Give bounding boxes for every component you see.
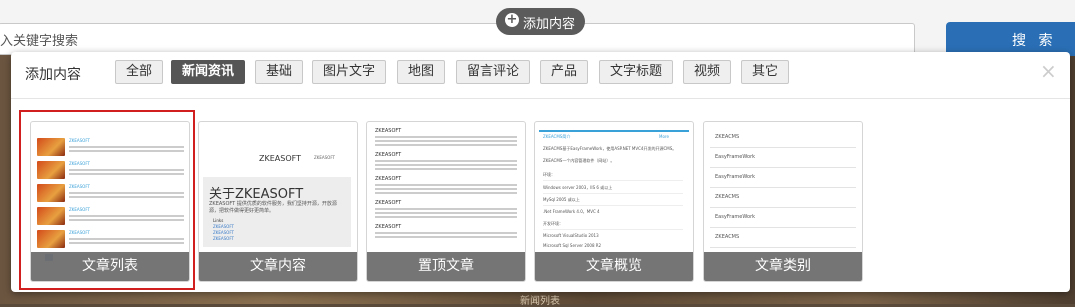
tab-image-text[interactable]: 图片文字 [312, 60, 386, 84]
preview-hero: 关于ZKEASOFT ZKEASOFT 提供优质的软件服务，我们坚持开源，开放源… [203, 177, 351, 247]
preview-more-link: More [659, 134, 669, 139]
category-item: EasyFrameWork [715, 174, 756, 180]
preview-links-head: Links [213, 218, 224, 223]
thumbnail-image [37, 138, 65, 156]
preview-line: ZKEACMS一个内容管理软件（网站）。 [543, 158, 615, 163]
preview-title: ZKEASOFT [375, 176, 402, 182]
category-item: EasyFrameWork [715, 214, 756, 220]
preview-line: Windows server 2003，IIS 6 或以上 [543, 185, 613, 190]
thumbnail-image [37, 184, 65, 202]
preview-title: ZKEASOFT [375, 200, 402, 206]
list-item: ZKEASOFT [37, 136, 187, 158]
add-content-label: 添加内容 [523, 17, 576, 32]
list-item-title: ZKEASOFT [69, 161, 90, 166]
tab-other[interactable]: 其它 [741, 60, 789, 84]
tab-product[interactable]: 产品 [540, 60, 588, 84]
widget-card-top-article[interactable]: ZKEASOFT ZKEASOFT ZKEASOFT ZKEASOFT ZKEA… [366, 121, 526, 282]
tab-text-title[interactable]: 文字标题 [599, 60, 673, 84]
list-item-title: ZKEASOFT [69, 138, 90, 143]
tab-comments[interactable]: 留言评论 [456, 60, 530, 84]
preview-line: 开发环境： [543, 221, 563, 226]
widget-gallery: ZKEASOFT ZKEASOFT ZKEASOFT ZKEASOFT ZKEA… [11, 98, 1070, 293]
card-caption: 文章列表 [31, 252, 189, 281]
preview-title: ZKEASOFT [375, 128, 402, 134]
card-caption: 文章类别 [704, 252, 862, 281]
list-item: ZKEASOFT [37, 159, 187, 181]
preview-link: ZKEASOFT [213, 230, 234, 235]
widget-card-article-list[interactable]: ZKEASOFT ZKEASOFT ZKEASOFT ZKEASOFT ZKEA… [30, 121, 190, 282]
widget-card-article-content[interactable]: ZKEASOFT ZKEASOFT 关于ZKEASOFT ZKEASOFT 提供… [198, 121, 358, 282]
preview-link: ZKEASOFT [213, 224, 234, 229]
preview-link: ZKEASOFT [213, 236, 234, 241]
tab-basic[interactable]: 基础 [255, 60, 303, 84]
preview-line: .Net FrameWork 4.0，MVC 4 [543, 209, 600, 214]
search-placeholder: 入关键字搜索 [0, 34, 79, 49]
background-hint-text: 新闻列表 [520, 296, 560, 307]
close-icon[interactable]: × [1040, 59, 1057, 83]
widget-card-article-overview[interactable]: ZKEACMS简介 More ZKEACMS基于EasyFrameWork，使用… [534, 121, 694, 282]
preview-title: ZKEASOFT [375, 224, 402, 230]
list-item: ZKEASOFT [37, 228, 187, 250]
tab-map[interactable]: 地图 [397, 60, 445, 84]
list-item-title: ZKEASOFT [69, 184, 90, 189]
add-content-modal: 添加内容 × 全部 新闻资讯 基础 图片文字 地图 留言评论 产品 文字标题 视… [11, 52, 1070, 292]
preview-line: Microsoft Sql Server 2008 R2 [543, 243, 602, 248]
preview-logo: ZKEASOFT [259, 154, 301, 163]
tab-news[interactable]: 新闻资讯 [171, 60, 245, 84]
list-item-title: ZKEASOFT [69, 230, 90, 235]
preview-title: ZKEASOFT [375, 152, 402, 158]
thumbnail-image [37, 230, 65, 248]
widget-card-article-category[interactable]: ZKEACMS EasyFrameWork EasyFrameWork ZKEA… [703, 121, 863, 282]
category-item: ZKEACMS [715, 194, 740, 200]
card-caption: 置顶文章 [367, 252, 525, 281]
modal-title: 添加内容 [25, 67, 81, 83]
search-button[interactable]: 搜 索 [946, 22, 1075, 56]
list-item: ZKEASOFT [37, 182, 187, 204]
search-button-label: 搜 索 [1012, 33, 1057, 49]
preview-line: 环境： [543, 172, 555, 177]
category-item: ZKEACMS [715, 234, 740, 240]
card-caption: 文章概览 [535, 252, 693, 281]
preview-line: Microsoft VisualStudio 2013 [543, 233, 599, 238]
preview-line: MySql 2005 或以上 [543, 197, 580, 202]
add-content-button[interactable]: + 添加内容 [496, 8, 585, 35]
thumbnail-image [37, 161, 65, 179]
list-item: ZKEASOFT [37, 205, 187, 227]
card-caption: 文章内容 [199, 252, 357, 281]
thumbnail-image [37, 207, 65, 225]
preview-header: ZKEACMS简介 More [539, 130, 689, 144]
preview-title: ZKEACMS简介 [543, 134, 571, 139]
preview-heading: 关于ZKEASOFT [209, 187, 304, 202]
category-item: ZKEACMS [715, 134, 740, 140]
preview-menu: ZKEASOFT [314, 155, 335, 160]
preview-paragraph: ZKEASOFT 提供优质的软件服务，我们坚持开源，开放源源，把软件做得更好更简… [209, 201, 337, 214]
category-item: EasyFrameWork [715, 154, 756, 160]
tab-video[interactable]: 视频 [683, 60, 731, 84]
list-item-title: ZKEASOFT [69, 207, 90, 212]
tab-all[interactable]: 全部 [115, 60, 163, 84]
plus-icon: + [505, 12, 519, 27]
search-input[interactable] [0, 23, 915, 55]
preview-line: ZKEACMS基于EasyFrameWork，使用ASP.NET MVC4开发的… [543, 146, 677, 151]
